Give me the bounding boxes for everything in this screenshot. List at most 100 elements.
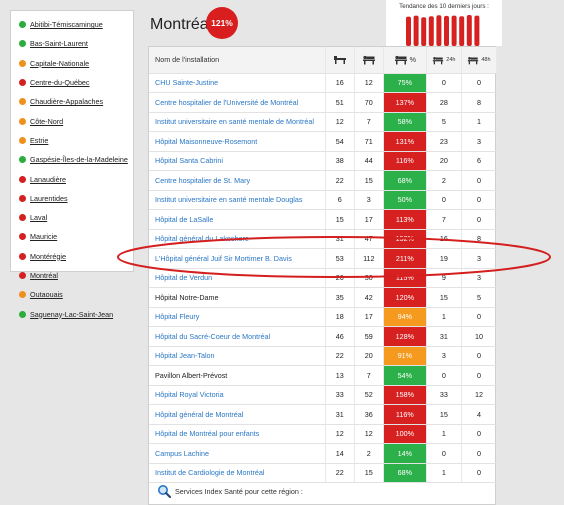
over-24h-cell: 31 — [426, 326, 462, 347]
sidebar-item-label[interactable]: Capitale-Nationale — [30, 59, 89, 68]
sidebar-item-region[interactable]: Gaspésie-Îles-de-la-Madeleine — [19, 150, 133, 169]
sidebar-item-label[interactable]: Laurentides — [30, 194, 68, 203]
facility-link[interactable]: Hôpital Royal Victoria — [155, 390, 224, 399]
facility-link[interactable]: Hôpital de Montréal pour enfants — [155, 429, 259, 438]
sidebar-item-label[interactable]: Côte-Nord — [30, 117, 63, 126]
over-48h-cell: 1 — [461, 112, 498, 132]
trend-bar — [444, 15, 449, 46]
sidebar-item-label[interactable]: Laval — [30, 213, 47, 222]
sidebar-item-region[interactable]: Laurentides — [19, 189, 133, 208]
header-stretcher-icon — [325, 47, 355, 74]
trend-title: Tendance des 10 derniers jours : — [399, 3, 489, 10]
facility-link[interactable]: Hôpital de LaSalle — [155, 215, 213, 224]
stretchers-cell: 53 — [325, 248, 355, 269]
table-row: Campus Lachine 14 2 14% 0 0 — [149, 443, 498, 464]
facility-link[interactable]: CHU Sainte-Justine — [155, 78, 218, 87]
facility-link[interactable]: Hôpital Santa Cabrini — [155, 156, 223, 165]
over-48h-cell: 0 — [461, 424, 498, 444]
sidebar-item-label[interactable]: Gaspésie-Îles-de-la-Madeleine — [30, 155, 128, 164]
occupied-cell: 47 — [354, 229, 384, 249]
table-row: Hôpital Santa Cabrini 38 44 116% 20 6 — [149, 151, 498, 171]
sidebar-item-label[interactable]: Chaudière-Appalaches — [30, 97, 103, 106]
sidebar-item-label[interactable]: Centre-du-Québec — [30, 78, 90, 87]
facility-link[interactable]: Hôpital de Verdun — [155, 273, 212, 282]
facility-link[interactable]: Hôpital Fleury — [155, 312, 199, 321]
sidebar-item-region[interactable]: Estrie — [19, 131, 133, 150]
facility-link[interactable]: Hôpital du Sacré-Coeur de Montréal — [155, 332, 270, 341]
over-48h-cell: 0 — [461, 443, 498, 464]
sidebar-item-region[interactable]: Saguenay-Lac-Saint-Jean — [19, 304, 133, 323]
sidebar-item-region[interactable]: Capitale-Nationale — [19, 54, 133, 73]
facility-table: Nom de l'installation % 24h 48h CHU Sain… — [149, 47, 498, 483]
trend-bar — [436, 15, 442, 46]
facility-name-cell: Hôpital Royal Victoria — [149, 385, 326, 405]
stretchers-cell: 12 — [325, 112, 355, 132]
over-24h-cell: 1 — [426, 307, 462, 327]
over-48h-cell: 0 — [461, 463, 498, 483]
sidebar-item-label[interactable]: Saguenay-Lac-Saint-Jean — [30, 310, 113, 319]
status-dot-icon — [19, 214, 26, 222]
sidebar-item-label[interactable]: Montréal — [30, 271, 58, 280]
sidebar-item-label[interactable]: Montérégie — [30, 252, 66, 261]
sidebar-item-label[interactable]: Bas-Saint-Laurent — [30, 39, 88, 48]
sidebar-item-region[interactable]: Montérégie — [19, 247, 133, 266]
sidebar-item-label[interactable]: Outaouais — [30, 290, 63, 299]
facility-link[interactable]: L'Hôpital général Juif Sir Mortimer B. D… — [155, 254, 292, 263]
over-48h-cell: 0 — [461, 307, 498, 327]
table-row: Hôpital de LaSalle 15 17 113% 7 0 — [149, 209, 498, 230]
trend-bar — [421, 17, 427, 46]
sidebar-item-region[interactable]: Lanaudière — [19, 169, 133, 188]
over-24h-cell: 33 — [426, 385, 462, 405]
status-dot-icon — [19, 194, 26, 202]
sidebar-item-region[interactable]: Outaouais — [19, 285, 133, 304]
facility-link[interactable]: Hôpital Jean-Talon — [155, 351, 215, 360]
over-24h-cell: 7 — [426, 209, 462, 230]
over-24h-cell: 0 — [426, 190, 462, 210]
occupancy-percent-cell: 211% — [383, 248, 427, 269]
sidebar-item-region[interactable]: Montréal — [19, 266, 133, 285]
facility-link[interactable]: Centre hospitalier de l'Université de Mo… — [155, 98, 298, 107]
over-48h-cell: 4 — [461, 404, 498, 425]
occupied-cell: 2 — [354, 443, 384, 464]
facility-link[interactable]: Centre hospitalier de St. Mary — [155, 176, 250, 185]
sidebar-item-region[interactable]: Bas-Saint-Laurent — [19, 34, 133, 53]
stretchers-cell: 16 — [325, 73, 355, 93]
facility-link[interactable]: Hôpital général du Lakeshore — [155, 234, 249, 243]
occupancy-percent-cell: 116% — [383, 404, 427, 425]
occupancy-percent-cell: 75% — [383, 73, 427, 93]
occupied-cell: 36 — [354, 404, 384, 425]
sidebar-item-region[interactable]: Côte-Nord — [19, 111, 133, 130]
occupied-cell: 20 — [354, 346, 384, 366]
sidebar-item-label[interactable]: Lanaudière — [30, 175, 66, 184]
table-row: Institut de Cardiologie de Montréal 22 15 6… — [149, 463, 498, 483]
sidebar-item-label[interactable]: Abitibi-Témiscamingue — [30, 20, 103, 29]
over-24h-cell: 9 — [426, 268, 462, 288]
occupancy-percent-cell: 68% — [383, 463, 427, 483]
over-48h-cell: 0 — [461, 170, 498, 191]
over-48h-cell: 8 — [461, 92, 498, 113]
search-icon[interactable] — [157, 484, 171, 498]
occupied-cell: 12 — [354, 424, 384, 444]
over-24h-cell: 0 — [426, 443, 462, 464]
facility-link[interactable]: Institut universitaire en santé mentale … — [155, 195, 302, 204]
header-24h-label: 24h — [446, 57, 456, 64]
sidebar-item-region[interactable]: Laval — [19, 208, 133, 227]
occupied-cell: 44 — [354, 151, 384, 171]
table-row: Hôpital Maisonneuve-Rosemont 54 71 131% 23 3 — [149, 131, 498, 152]
sidebar-item-region[interactable]: Centre-du-Québec — [19, 73, 133, 92]
facility-link[interactable]: Institut universitaire en santé mentale … — [155, 117, 314, 126]
stretchers-cell: 18 — [325, 307, 355, 327]
over-24h-cell: 28 — [426, 92, 462, 113]
facility-name-cell: Hôpital Notre-Dame — [149, 287, 326, 308]
sidebar-item-region[interactable]: Chaudière-Appalaches — [19, 92, 133, 111]
sidebar-item-region[interactable]: Mauricie — [19, 227, 133, 246]
sidebar-item-region[interactable]: Abitibi-Témiscamingue — [19, 15, 133, 34]
facility-link[interactable]: Hôpital général de Montréal — [155, 410, 243, 419]
facility-link[interactable]: Campus Lachine — [155, 449, 209, 458]
sidebar-item-label[interactable]: Mauricie — [30, 232, 57, 241]
facility-link[interactable]: Hôpital Maisonneuve-Rosemont — [155, 137, 257, 146]
occupied-cell: 17 — [354, 307, 384, 327]
facility-link[interactable]: Institut de Cardiologie de Montréal — [155, 468, 264, 477]
sidebar-item-label[interactable]: Estrie — [30, 136, 48, 145]
occupancy-percent-cell: 58% — [383, 112, 427, 132]
